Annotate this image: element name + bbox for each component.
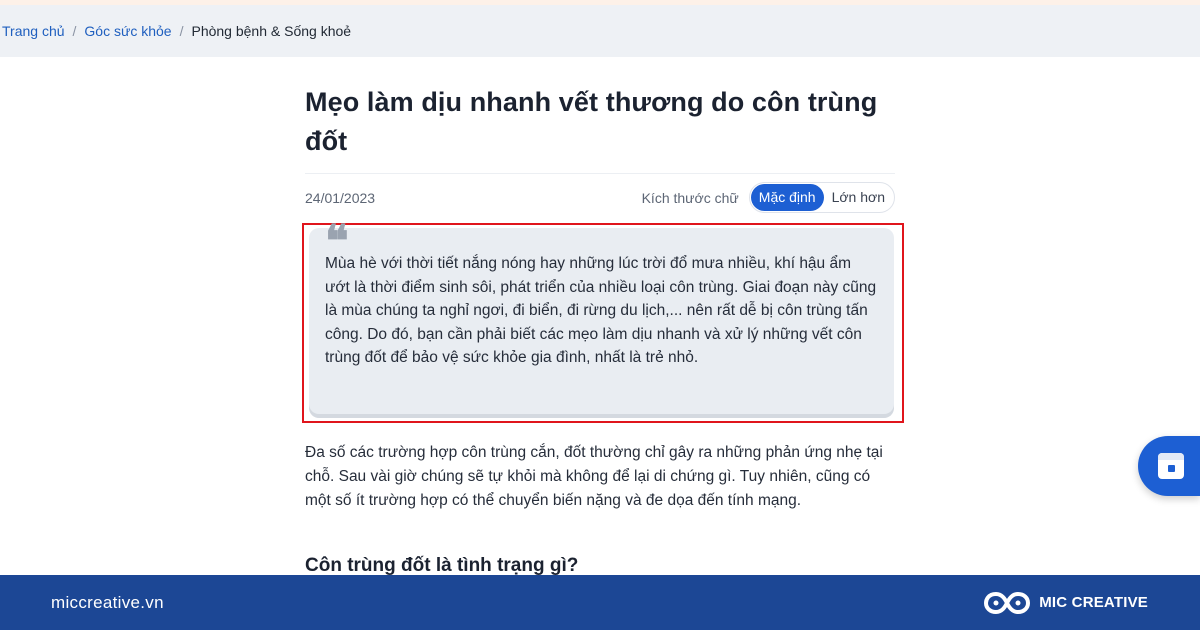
publish-date: 24/01/2023: [305, 189, 376, 206]
font-size-controls: Kích thước chữ Mặc định Lớn hơn: [642, 182, 895, 213]
breadcrumb-category-link[interactable]: Góc sức khỏe: [84, 23, 171, 39]
breadcrumb: Trang chủ / Góc sức khỏe / Phòng bệnh & …: [0, 5, 1200, 57]
font-size-larger-button[interactable]: Lớn hơn: [824, 184, 893, 211]
breadcrumb-home-link[interactable]: Trang chủ: [2, 23, 65, 39]
breadcrumb-separator: /: [179, 23, 184, 39]
page-title: Mẹo làm dịu nhanh vết thương do côn trùn…: [305, 87, 878, 156]
brand: MIC CREATIVE: [983, 588, 1148, 618]
footer-bar: miccreative.vn MIC CREATIVE: [0, 575, 1200, 630]
footer-domain: miccreative.vn: [51, 592, 164, 612]
font-size-default-button[interactable]: Mặc định: [750, 184, 824, 211]
infinity-logo-icon: [984, 591, 1031, 614]
breadcrumb-separator: /: [72, 23, 77, 39]
calendar-icon: [1158, 453, 1184, 479]
quote-text: Mùa hè với thời tiết nắng nóng hay những…: [325, 255, 877, 367]
breadcrumb-current: Phòng bệnh & Sống khoẻ: [191, 23, 352, 39]
article-meta-row: 24/01/2023 Kích thước chữ Mặc định Lớn h…: [305, 173, 895, 221]
article: Mẹo làm dịu nhanh vết thương do côn trùn…: [305, 57, 895, 221]
font-size-label: Kích thước chữ: [641, 189, 739, 206]
floating-booking-widget[interactable]: [1138, 436, 1200, 496]
article-paragraph: Đa số các trường hợp côn trùng cắn, đốt …: [305, 444, 883, 509]
font-size-toggle-group: Mặc định Lớn hơn: [748, 182, 895, 213]
brand-name: MIC CREATIVE: [1039, 594, 1148, 611]
